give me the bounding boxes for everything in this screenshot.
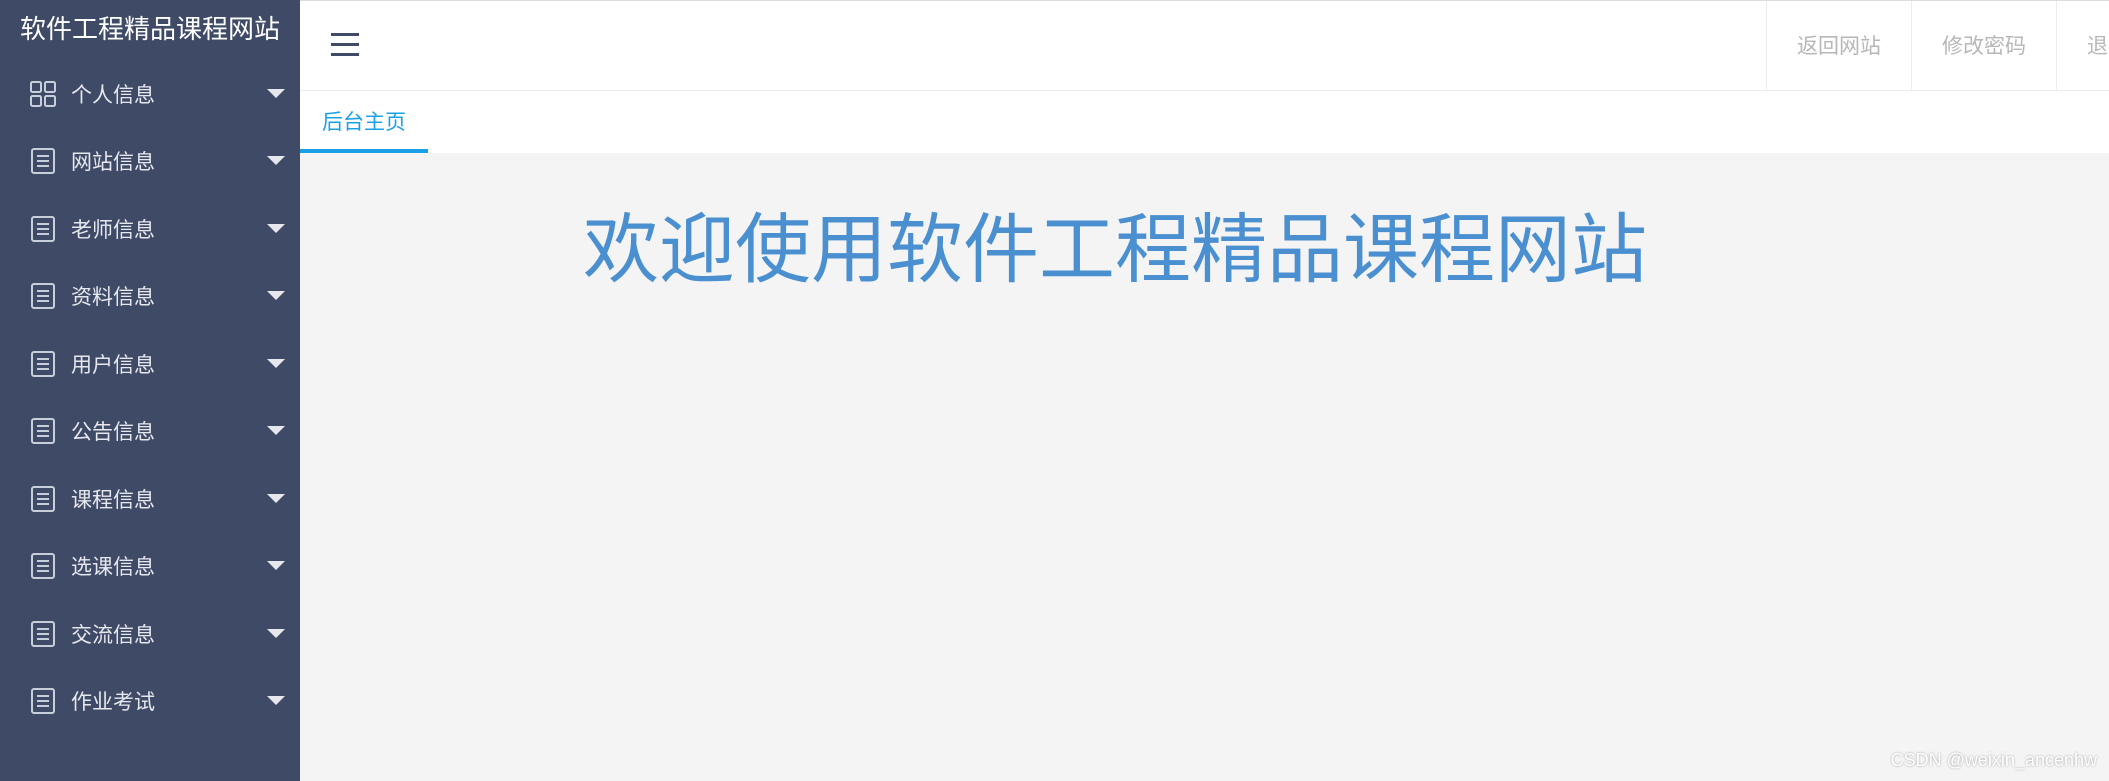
- sidebar-item-exchange-info[interactable]: 交流信息: [0, 600, 300, 668]
- welcome-heading: 欢迎使用软件工程精品课程网站: [583, 205, 1647, 294]
- change-password-link[interactable]: 修改密码: [1911, 1, 2056, 91]
- document-icon: [30, 553, 56, 580]
- sidebar-item-notice-info[interactable]: 公告信息: [0, 398, 300, 466]
- top-header: 返回网站 修改密码 退: [300, 0, 2109, 91]
- sidebar-item-label: 作业考试: [71, 690, 155, 715]
- sidebar-item-label: 资料信息: [71, 285, 155, 310]
- caret-down-icon: [267, 88, 285, 98]
- caret-down-icon: [267, 156, 285, 166]
- back-to-site-link[interactable]: 返回网站: [1766, 1, 1911, 91]
- admin-page: 软件工程精品课程网站 个人信息 网站信息 老师信息 资料信息 用户信息 公告信息…: [0, 0, 2109, 781]
- caret-down-icon: [267, 561, 285, 571]
- caret-down-icon: [267, 223, 285, 233]
- sidebar-item-label: 课程信息: [71, 487, 155, 512]
- caret-down-icon: [267, 493, 285, 503]
- sidebar-item-label: 网站信息: [71, 150, 155, 175]
- document-icon: [30, 283, 56, 310]
- sidebar-item-label: 用户信息: [71, 352, 155, 377]
- header-actions: 返回网站 修改密码 退: [1766, 1, 2109, 91]
- sidebar-item-homework-exam[interactable]: 作业考试: [0, 668, 300, 736]
- document-icon: [30, 148, 56, 175]
- logout-link[interactable]: 退: [2056, 1, 2109, 91]
- sidebar-item-personal-info[interactable]: 个人信息: [0, 60, 300, 128]
- sidebar-item-label: 交流信息: [71, 622, 155, 647]
- document-icon: [30, 350, 56, 377]
- tab-bar: 后台主页: [300, 91, 2109, 153]
- sidebar-item-user-info[interactable]: 用户信息: [0, 330, 300, 398]
- sidebar-item-teacher-info[interactable]: 老师信息: [0, 195, 300, 263]
- sidebar-item-label: 公告信息: [71, 420, 155, 445]
- caret-down-icon: [267, 358, 285, 368]
- hamburger-icon[interactable]: [328, 23, 362, 67]
- document-icon: [30, 418, 56, 445]
- site-logo-title: 软件工程精品课程网站: [19, 15, 280, 45]
- document-icon: [30, 620, 56, 647]
- sidebar-item-label: 老师信息: [71, 217, 155, 242]
- caret-down-icon: [267, 696, 285, 706]
- caret-down-icon: [267, 426, 285, 436]
- document-icon: [30, 688, 56, 715]
- document-icon: [30, 215, 56, 242]
- document-icon: [30, 485, 56, 512]
- sidebar-item-site-info[interactable]: 网站信息: [0, 128, 300, 196]
- sidebar-item-label: 个人信息: [71, 82, 155, 107]
- watermark-text: CSDN @weixin_ancenhw: [1890, 750, 2097, 770]
- sidebar-item-label: 选课信息: [71, 555, 155, 580]
- caret-down-icon: [267, 628, 285, 638]
- sidebar-item-course-info[interactable]: 课程信息: [0, 465, 300, 533]
- grid-icon: [30, 80, 56, 107]
- sidebar: 软件工程精品课程网站 个人信息 网站信息 老师信息 资料信息 用户信息 公告信息…: [0, 0, 300, 781]
- sidebar-item-selection-info[interactable]: 选课信息: [0, 533, 300, 601]
- caret-down-icon: [267, 291, 285, 301]
- tab-admin-home[interactable]: 后台主页: [300, 91, 428, 153]
- main-content: 欢迎使用软件工程精品课程网站 CSDN @weixin_ancenhw: [300, 153, 2109, 781]
- sidebar-item-material-info[interactable]: 资料信息: [0, 263, 300, 331]
